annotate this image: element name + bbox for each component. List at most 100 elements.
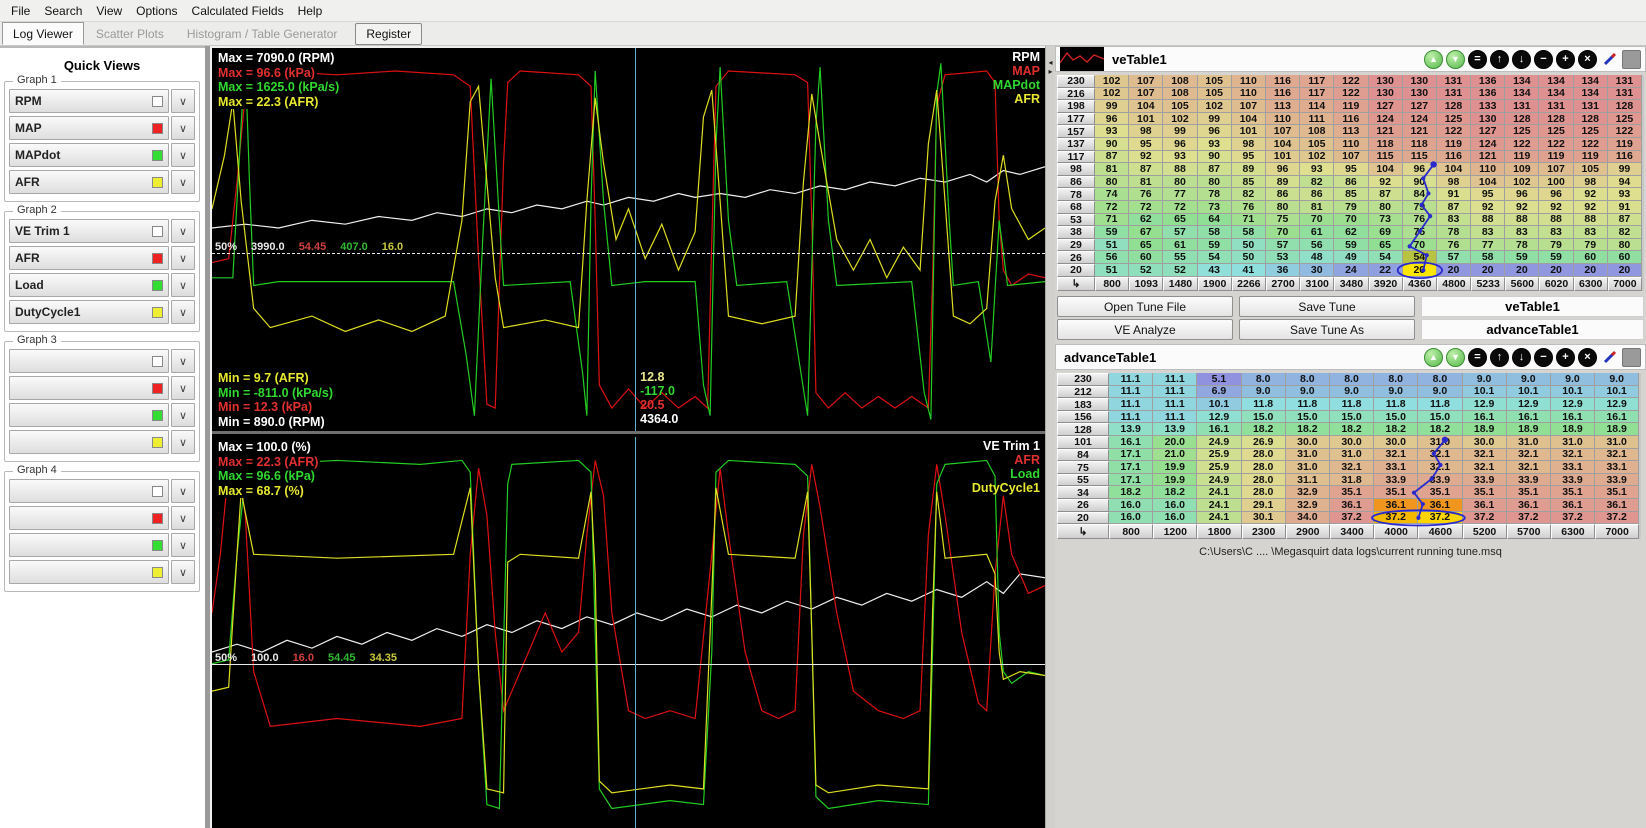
ve-analyze-button[interactable]: VE Analyze (1057, 319, 1233, 340)
ve-table-cell[interactable]: 134 (1539, 75, 1573, 88)
ve-table-row-header[interactable]: 38 (1057, 226, 1095, 239)
ve-table-cell[interactable]: 104 (1437, 163, 1471, 176)
ve-table-cell[interactable]: 95 (1129, 138, 1163, 151)
ve-table-column-header[interactable]: 800 (1095, 277, 1129, 292)
series-select-field[interactable]: AFR (9, 246, 169, 270)
advance-table-cell[interactable]: 32.1 (1374, 449, 1418, 462)
advance-table-cell[interactable]: 33.9 (1507, 474, 1551, 487)
ve-table-cell[interactable]: 119 (1539, 151, 1573, 164)
ve-table-cell[interactable]: 131 (1574, 100, 1608, 113)
ve-table-cell[interactable]: 80 (1163, 176, 1197, 189)
ve-table-cell[interactable]: 60 (1574, 251, 1608, 264)
ve-table-cell[interactable]: 108 (1300, 125, 1334, 138)
ve-table-column-header[interactable]: 6300 (1574, 277, 1608, 292)
series-select-field[interactable]: MAPdot (9, 143, 169, 167)
advance-table-cell[interactable]: 30.1 (1242, 512, 1286, 525)
ve-table-cell[interactable]: 56 (1300, 239, 1334, 252)
ve-table-cell[interactable]: 83 (1471, 226, 1505, 239)
advance-table-cell[interactable]: 13.9 (1153, 423, 1197, 436)
advance-table-cell[interactable]: 33.9 (1595, 474, 1639, 487)
advance-table-row-header[interactable]: 128 (1057, 423, 1109, 436)
advance-table-row-header[interactable]: 212 (1057, 386, 1109, 399)
series-select-field[interactable] (9, 560, 169, 584)
minus-icon[interactable]: − (1534, 50, 1553, 69)
advance-table-cell[interactable]: 32.1 (1463, 449, 1507, 462)
advance-table-cell[interactable]: 32.9 (1286, 486, 1330, 499)
advance-table-cell[interactable]: 28.0 (1242, 474, 1286, 487)
ve-table-cell[interactable]: 115 (1369, 151, 1403, 164)
series-select-field[interactable] (9, 376, 169, 400)
ve-table-cell[interactable]: 98 (1437, 176, 1471, 189)
ve-table-row-header[interactable]: 230 (1057, 75, 1095, 88)
panel-splitter[interactable]: ◂ ▸ (1045, 46, 1055, 828)
advance-table-row-header[interactable]: 84 (1057, 449, 1109, 462)
advance-table-cell[interactable]: 31.0 (1418, 436, 1462, 449)
ve-table-cell[interactable]: 60 (1129, 251, 1163, 264)
ve-table-cell[interactable]: 105 (1198, 88, 1232, 101)
advance-table-cell[interactable]: 31.0 (1286, 449, 1330, 462)
advance-table-cell[interactable]: 11.1 (1109, 398, 1153, 411)
tab-scatter-plots[interactable]: Scatter Plots (85, 22, 175, 45)
ve-table-row-header[interactable]: 157 (1057, 125, 1095, 138)
advance-table-cell[interactable]: 35.1 (1595, 486, 1639, 499)
ve-table-column-header[interactable]: 1480 (1163, 277, 1197, 292)
advance-table-row-header[interactable]: 34 (1057, 486, 1109, 499)
ve-table-cell[interactable]: 99 (1608, 163, 1642, 176)
scroll-value-up-icon[interactable]: ▲ (1424, 348, 1443, 367)
series-select-field[interactable] (9, 533, 169, 557)
ve-table-cell[interactable]: 102 (1095, 88, 1129, 101)
advance-table-cell[interactable]: 11.1 (1153, 386, 1197, 399)
ve-table-column-header[interactable]: 2700 (1266, 277, 1300, 292)
ve-table-cell[interactable]: 105 (1198, 75, 1232, 88)
ve-table-cell[interactable]: 128 (1608, 100, 1642, 113)
scroll-value-down-icon[interactable]: ▼ (1446, 348, 1465, 367)
advance-table-cell[interactable]: 35.1 (1374, 486, 1418, 499)
chevron-down-icon[interactable]: ∨ (171, 403, 195, 427)
advance-table-cell[interactable]: 25.9 (1197, 461, 1241, 474)
ve-table-row-header[interactable]: 68 (1057, 201, 1095, 214)
scroll-value-down-icon[interactable]: ▼ (1446, 50, 1465, 69)
plus-icon[interactable]: + (1556, 348, 1575, 367)
series-select-field[interactable] (9, 506, 169, 530)
ve-table-cell[interactable]: 93 (1163, 151, 1197, 164)
ve-table-cell[interactable]: 122 (1505, 138, 1539, 151)
ve-table-cell[interactable]: 57 (1266, 239, 1300, 252)
ve-table-cell[interactable]: 128 (1505, 113, 1539, 126)
advance-table-cell[interactable]: 37.2 (1374, 512, 1418, 525)
ve-table-cell[interactable]: 78 (1437, 226, 1471, 239)
advance-table-cell[interactable]: 28.0 (1242, 461, 1286, 474)
tab-log-viewer[interactable]: Log Viewer (2, 22, 84, 45)
ve-table-cell[interactable]: 116 (1608, 151, 1642, 164)
ve-table-cell[interactable]: 77 (1163, 188, 1197, 201)
ve-table-cell[interactable]: 76 (1403, 214, 1437, 227)
ve-table-cell[interactable]: 82 (1300, 176, 1334, 189)
ve-table-cell[interactable]: 119 (1505, 151, 1539, 164)
advance-table-cell[interactable]: 37.2 (1507, 512, 1551, 525)
advance-table-cell[interactable]: 31.1 (1286, 474, 1330, 487)
ve-table-cell[interactable]: 116 (1266, 88, 1300, 101)
advance-table-cell[interactable]: 33.1 (1374, 461, 1418, 474)
ve-table-cell[interactable]: 104 (1266, 138, 1300, 151)
ve-table-cell[interactable]: 131 (1437, 88, 1471, 101)
ve-table-column-header[interactable]: 1093 (1129, 277, 1163, 292)
ve-table-cell[interactable]: 20 (1574, 264, 1608, 277)
advance-table-cell[interactable]: 32.1 (1418, 449, 1462, 462)
advance-table-cell[interactable]: 9.0 (1595, 373, 1639, 386)
advance-table-cell[interactable]: 11.8 (1418, 398, 1462, 411)
advance-table-cell[interactable]: 16.1 (1595, 411, 1639, 424)
ve-table-row-header[interactable]: 98 (1057, 163, 1095, 176)
advance-table-cell[interactable]: 18.2 (1109, 486, 1153, 499)
ve-table-row-header[interactable]: 26 (1057, 251, 1095, 264)
ve-table-cell[interactable]: 99 (1198, 113, 1232, 126)
ve-table-cell[interactable]: 131 (1505, 100, 1539, 113)
ve-table-cell[interactable]: 36 (1266, 264, 1300, 277)
ve-table-cell[interactable]: 107 (1232, 100, 1266, 113)
tab-histogram-table-generator[interactable]: Histogram / Table Generator (176, 22, 349, 45)
ve-table-cell[interactable]: 116 (1334, 113, 1368, 126)
advance-table-cell[interactable]: 15.0 (1242, 411, 1286, 424)
advance-table-cell[interactable]: 15.0 (1330, 411, 1374, 424)
ve-table-cell[interactable]: 22 (1369, 264, 1403, 277)
ve-table-cell[interactable]: 127 (1403, 100, 1437, 113)
chevron-down-icon[interactable]: ∨ (171, 430, 195, 454)
ve-table-cell[interactable]: 83 (1505, 226, 1539, 239)
